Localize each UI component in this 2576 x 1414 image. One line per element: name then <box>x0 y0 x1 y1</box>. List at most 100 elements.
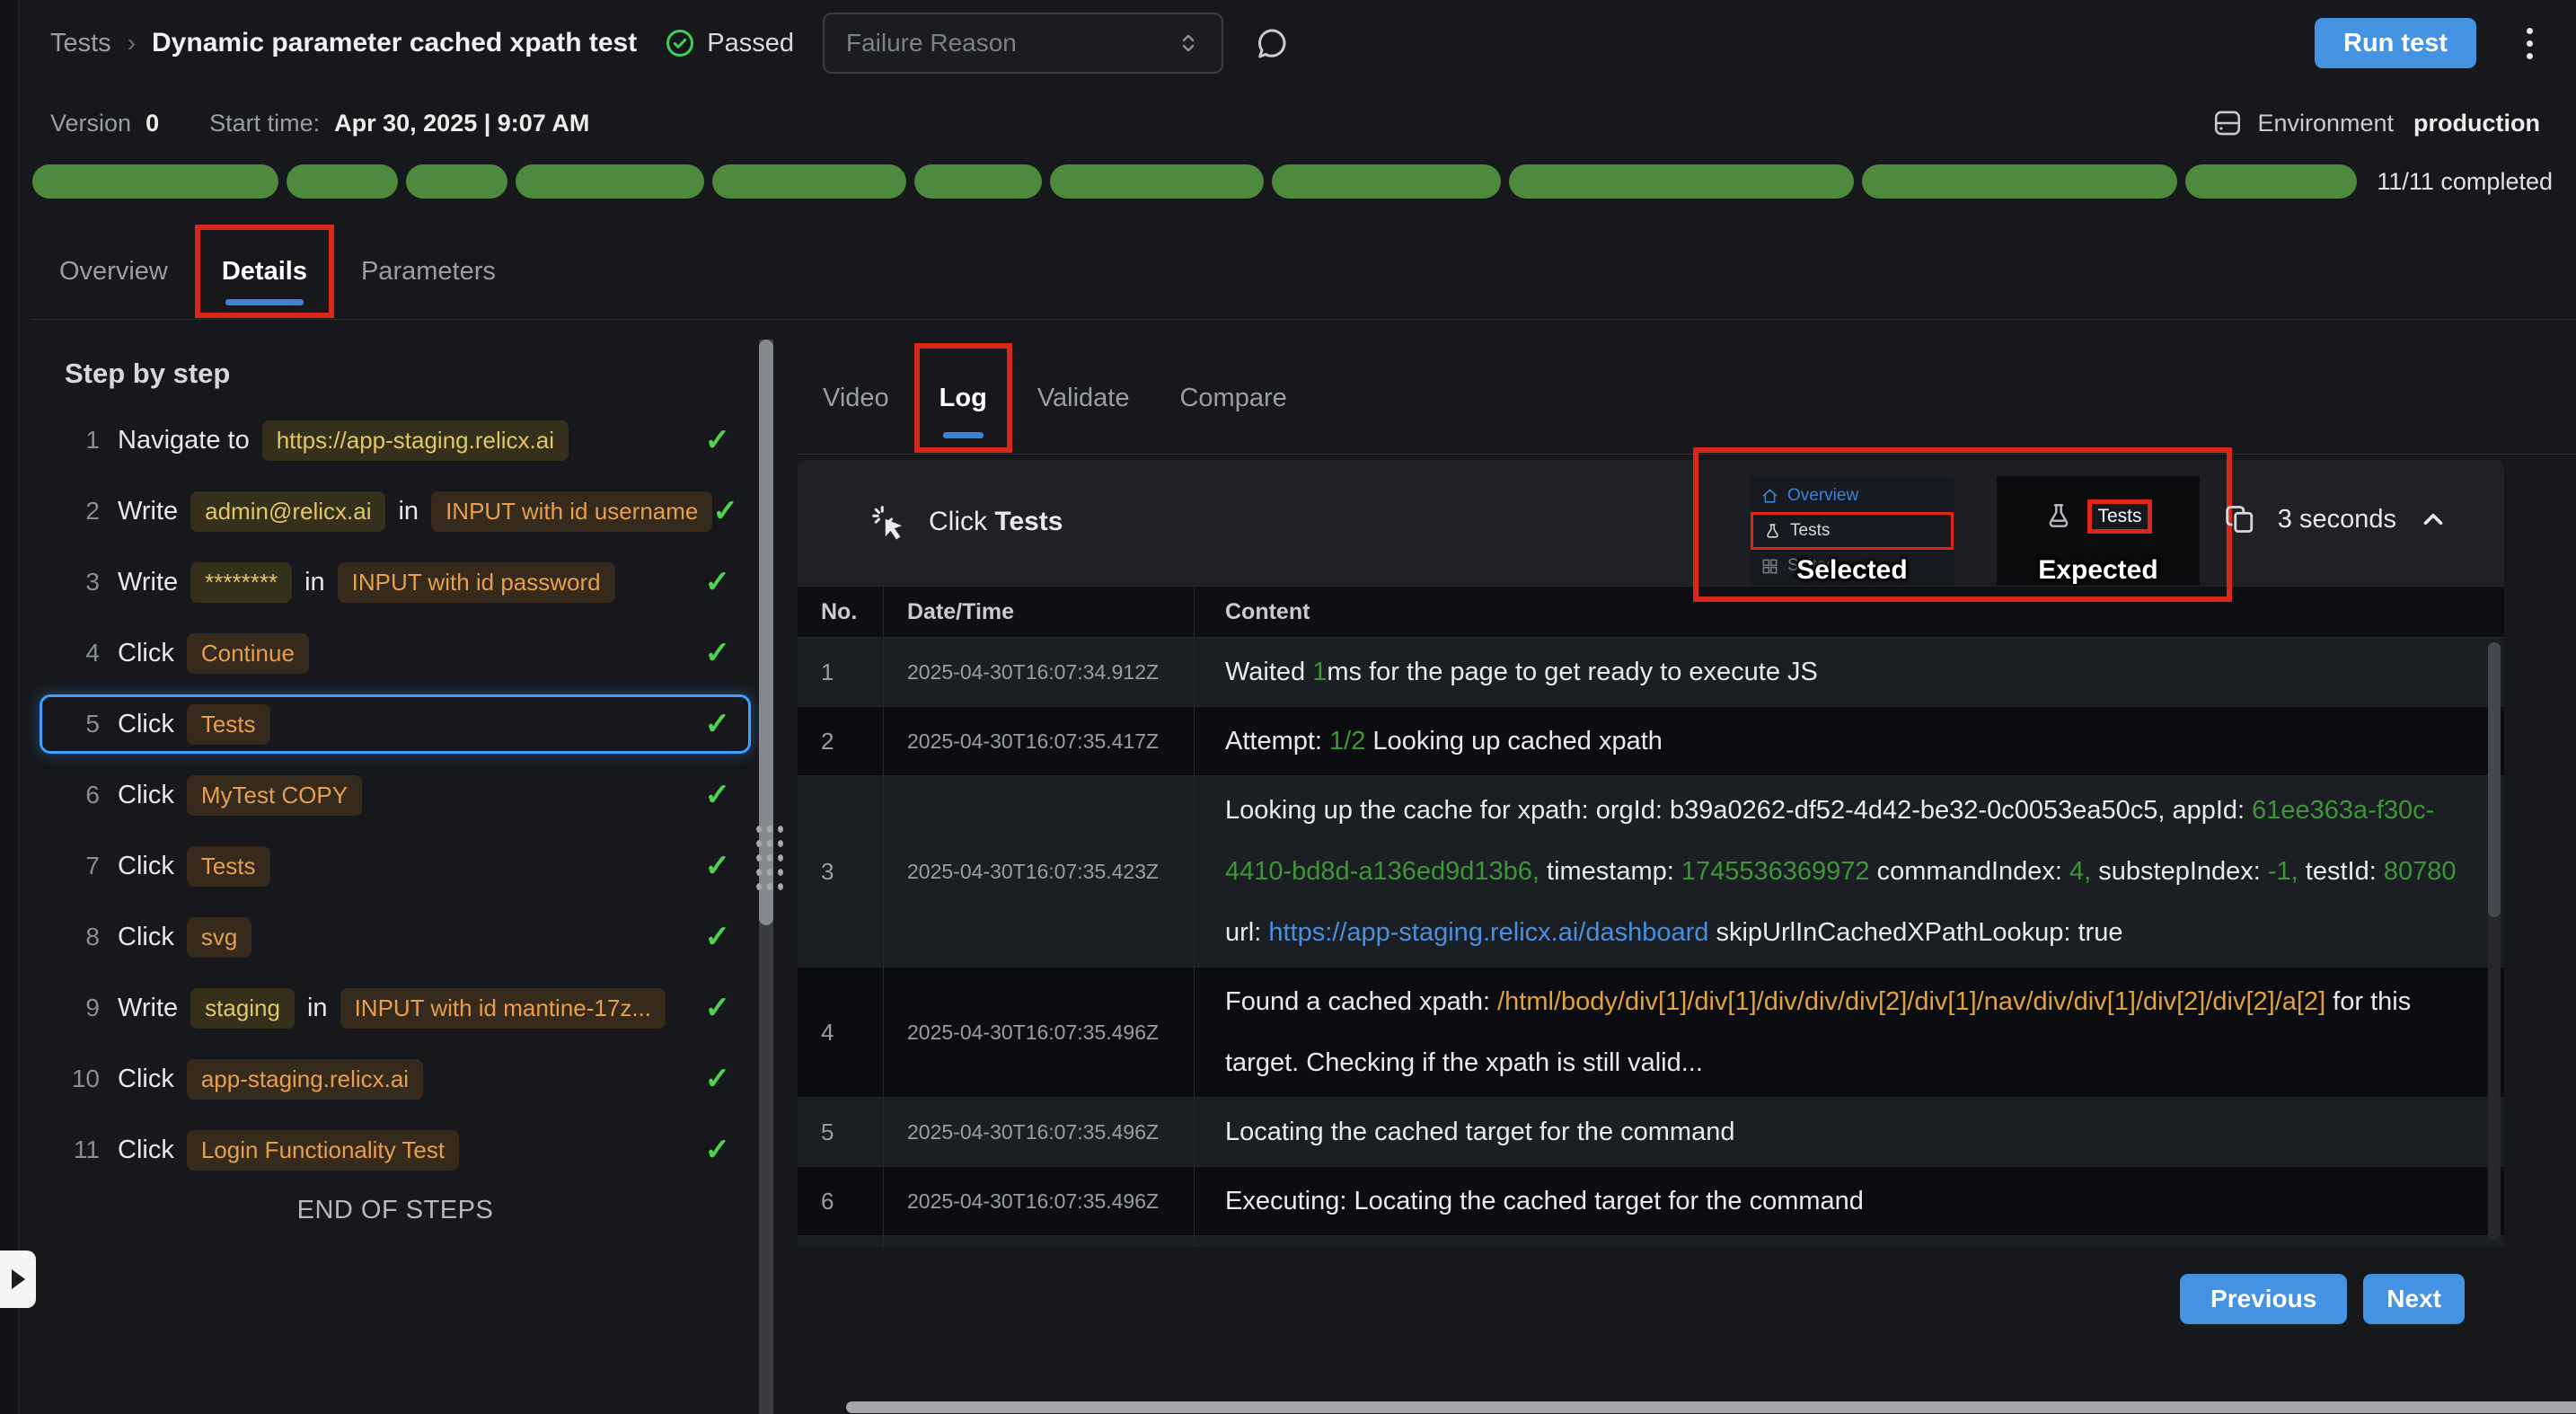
log-row-no: 4 <box>798 968 884 1097</box>
expected-thumbnail[interactable]: Tests Expected <box>1997 476 2200 586</box>
step-target-chip: Login Functionality Test <box>187 1130 459 1171</box>
step-row-6[interactable]: 6 ClickMyTest COPY ✓ <box>40 770 751 820</box>
step-number: 2 <box>62 497 100 526</box>
step-text: Navigate tohttps://app-staging.relicx.ai <box>118 420 569 461</box>
step-row-9[interactable]: 9WritestaginginINPUT with id mantine-17z… <box>40 983 751 1033</box>
tab-parameters[interactable]: Parameters <box>334 225 523 318</box>
step-number: 9 <box>62 994 100 1022</box>
tab-details[interactable]: Details <box>195 225 334 318</box>
end-of-steps-label: END OF STEPS <box>40 1196 751 1225</box>
detail-tab-label-video: Video <box>823 384 889 413</box>
step-target-chip: Tests <box>187 704 270 745</box>
step-success-check-icon: ✓ <box>705 990 742 1026</box>
sidebar-expand-tab[interactable] <box>0 1251 36 1308</box>
log-table-scrollbar-thumb[interactable] <box>2488 642 2501 917</box>
previous-button[interactable]: Previous <box>2180 1274 2347 1324</box>
tab-overview[interactable]: Overview <box>32 225 195 318</box>
environment-drive-icon <box>2212 108 2243 138</box>
log-link[interactable]: https://app-staging.relicx.ai/dashboard <box>1268 918 1708 947</box>
step-text: Click Tests <box>118 704 270 745</box>
collapse-chevron-up-icon[interactable] <box>2418 504 2448 535</box>
log-row-time: 2025-04-30T16:07:35.753Z <box>884 1236 1195 1247</box>
selected-thumbnail[interactable]: OverviewTestsSuites Selected <box>1751 476 1954 586</box>
more-options-kebab-icon[interactable] <box>2519 21 2540 66</box>
step-word: Write <box>118 568 178 597</box>
breadcrumb-tests[interactable]: Tests <box>50 29 111 58</box>
log-text: Looking up cached xpath <box>1365 727 1663 756</box>
tab-label-details: Details <box>222 257 307 287</box>
step-number: 7 <box>62 852 100 880</box>
detail-tab-log[interactable]: Log <box>914 343 1012 453</box>
left-edge-strip <box>0 0 19 1414</box>
step-success-check-icon: ✓ <box>705 777 742 813</box>
app-window: Tests › Dynamic parameter cached xpath t… <box>0 0 2576 1414</box>
progress-segment-4 <box>516 164 704 199</box>
progress-segment-8 <box>1272 164 1502 199</box>
detail-tab-validate[interactable]: Validate <box>1012 343 1155 453</box>
start-time-label: Start time: <box>209 110 320 137</box>
step-row-7[interactable]: 7ClickTests✓ <box>40 841 751 891</box>
log-table-scrollbar[interactable] <box>2488 642 2501 1240</box>
step-row-2[interactable]: 2Writeadmin@relicx.aiinINPUT with id use… <box>40 486 751 536</box>
horizontal-scrollbar[interactable] <box>846 1401 2576 1413</box>
run-test-button[interactable]: Run test <box>2315 18 2476 68</box>
log-controls: 3 seconds <box>2224 503 2448 535</box>
log-step-target: Tests <box>994 507 1063 536</box>
log-text: substepIndex: <box>2091 857 2268 886</box>
step-text: ClickLogin Functionality Test <box>118 1130 459 1171</box>
log-table: No. Date/Time Content 12025-04-30T16:07:… <box>798 586 2504 1247</box>
step-success-check-icon: ✓ <box>705 564 742 600</box>
step-number: 5 <box>62 710 100 738</box>
environment-value: production <box>2413 110 2540 137</box>
step-row-8[interactable]: 8Clicksvg✓ <box>40 912 751 962</box>
log-step-action: Click <box>929 507 987 536</box>
step-word: in <box>307 994 328 1023</box>
copy-icon[interactable] <box>2224 503 2256 535</box>
step-value-chip: staging <box>190 988 295 1029</box>
log-text: -1, <box>2268 857 2298 886</box>
detail-tabs-divider <box>798 454 2576 455</box>
failure-reason-select[interactable]: Failure Reason <box>823 13 1223 74</box>
step-text: ClickTests <box>118 846 270 887</box>
step-text: Clickapp-staging.relicx.ai <box>118 1059 423 1100</box>
comment-bubble-icon[interactable] <box>1254 25 1290 61</box>
start-time-value: Apr 30, 2025 | 9:07 AM <box>334 110 589 137</box>
step-word: Write <box>118 497 178 526</box>
step-word: Click <box>118 710 174 739</box>
step-row-4[interactable]: 4ClickContinue✓ <box>40 628 751 678</box>
step-duration: 3 seconds <box>2278 505 2396 535</box>
log-row-content: Executing: Locating the cached target fo… <box>1195 1167 2504 1235</box>
step-row-3[interactable]: 3Write********inINPUT with id password✓ <box>40 557 751 607</box>
step-target-chip: svg <box>187 917 251 958</box>
step-success-check-icon: ✓ <box>705 422 742 458</box>
panel-resize-handle-icon[interactable] <box>751 819 783 893</box>
detail-tab-compare[interactable]: Compare <box>1154 343 1311 453</box>
log-row-content: Waited 1ms for the page to get ready to … <box>1195 638 2504 706</box>
step-row-11[interactable]: 11ClickLogin Functionality Test✓ <box>40 1125 751 1175</box>
progress-segment-3 <box>406 164 507 199</box>
step-row-5[interactable]: 5ClickTests✓ <box>40 694 751 754</box>
log-row-no: 3 <box>798 776 884 967</box>
progress-segment-1 <box>32 164 278 199</box>
progress-segment-7 <box>1050 164 1263 199</box>
step-text: ClickMyTest COPY <box>118 775 362 816</box>
step-word: Click <box>118 639 174 668</box>
log-text: Executing: Locating the cached target fo… <box>1225 1187 1864 1215</box>
log-table-header: No. Date/Time Content <box>798 587 2504 638</box>
detail-tab-video[interactable]: Video <box>798 343 914 453</box>
log-row-no: 6 <box>798 1167 884 1235</box>
step-number: 1 <box>62 426 100 455</box>
log-row-time: 2025-04-30T16:07:34.912Z <box>884 638 1195 706</box>
step-success-check-icon: ✓ <box>712 493 749 529</box>
next-button[interactable]: Next <box>2363 1274 2465 1324</box>
log-text: commandIndex: <box>1870 857 2069 886</box>
step-row-10[interactable]: 10Clickapp-staging.relicx.ai✓ <box>40 1054 751 1104</box>
step-number: 6 <box>62 781 100 809</box>
log-text: 4, <box>2069 857 2091 886</box>
failure-reason-placeholder: Failure Reason <box>846 29 1017 57</box>
step-number: 11 <box>62 1136 100 1164</box>
step-row-1[interactable]: 1 Navigate tohttps://app-staging.relicx.a… <box>40 415 751 465</box>
mini-menu-item-tests: Tests <box>1751 512 1954 550</box>
step-target-chip: INPUT with id username <box>431 491 712 532</box>
status-badge: Passed <box>664 27 794 59</box>
